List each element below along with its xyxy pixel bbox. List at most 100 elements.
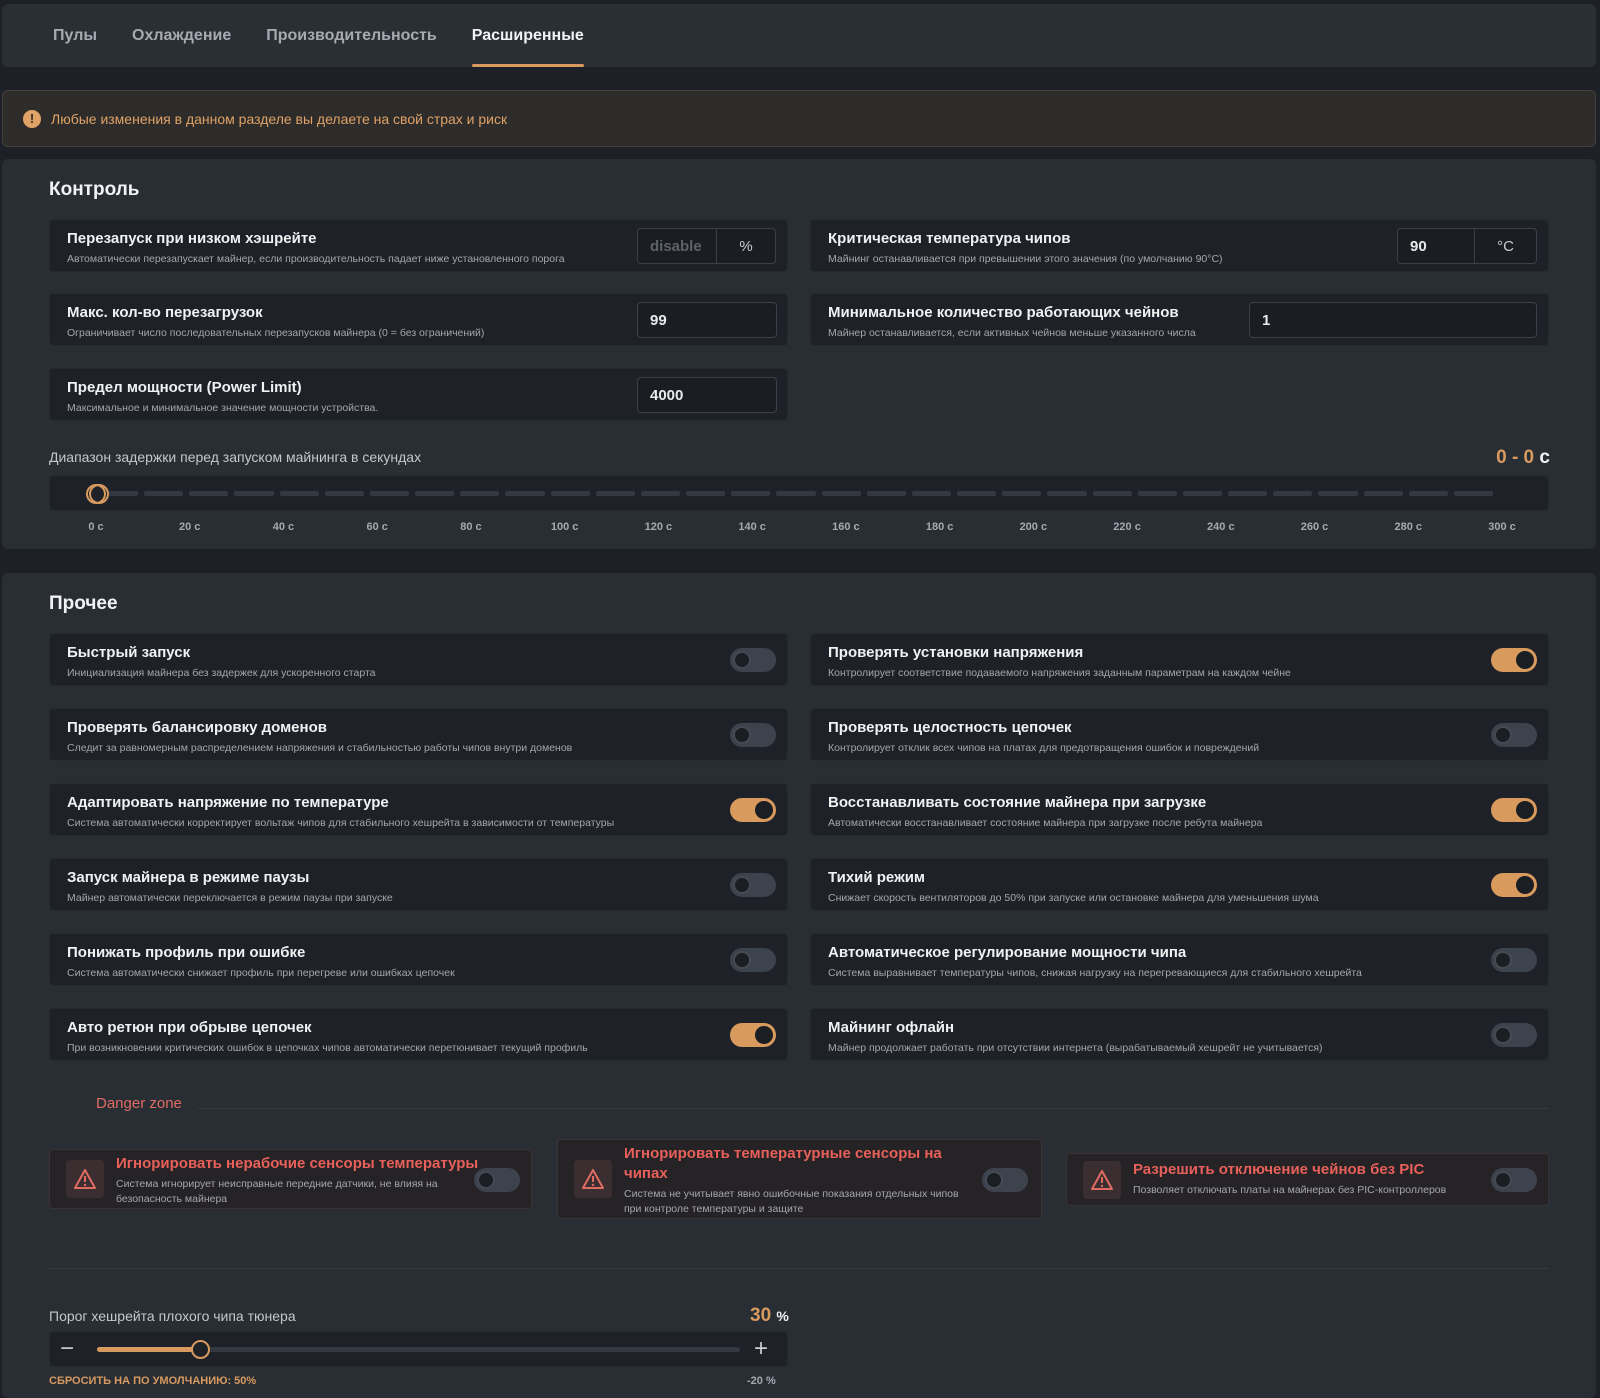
tab-performance[interactable]: Производительность [266,4,437,67]
slider-segment [1002,491,1042,496]
danger-title-line: чипах [624,1165,668,1182]
toggle-switch[interactable] [730,948,776,972]
min-chains-input[interactable]: 1 [1249,302,1537,338]
bad-chip-min-label: -20 % [747,1375,776,1387]
slider-segment [866,491,906,496]
danger-desc: Позволяет отключать платы на майнерах бе… [1133,1183,1446,1198]
minus-icon[interactable]: − [60,1337,74,1361]
tab-pools[interactable]: Пулы [53,4,97,67]
toggle-switch[interactable] [1491,723,1537,747]
power-limit-input[interactable]: 4000 [637,377,777,413]
toggle-desc: Контролирует соответствие подаваемого на… [828,667,1291,679]
toggle-knob [1516,801,1534,819]
toggle-knob [1494,1171,1512,1189]
ignore-chip-sensors-toggle[interactable] [982,1168,1028,1192]
toggle-desc: Автоматически восстанавливает состояние … [828,817,1263,829]
toggle-card: Запуск майнера в режиме паузы Майнер авто… [49,858,788,911]
toggle-switch[interactable] [730,648,776,672]
toggle-switch[interactable] [1491,1023,1537,1047]
toggle-desc: Майнер продолжает работать при отсутстви… [828,1042,1323,1054]
toggle-desc: Система автоматически корректирует вольт… [67,817,615,829]
toggle-title: Авто ретюн при обрыве цепочек [67,1019,312,1036]
toggle-title: Запуск майнера в режиме паузы [67,869,310,886]
danger-desc: Система не учитывает явно ошибочные пока… [624,1187,959,1217]
slider-segment [369,491,410,496]
max-reboots-input[interactable]: 99 [637,302,777,338]
slider-segment [595,491,635,496]
tick-label: 140 с [738,521,766,533]
danger-desc: Система игнорирует неисправные передние … [116,1177,438,1207]
delay-range-unit: с [1539,447,1550,468]
reset-default-link[interactable]: СБРОСИТЬ НА ПО УМОЛЧАНИЮ: 50% [49,1375,256,1387]
toggle-knob [1494,951,1512,969]
tick-label: 180 с [925,521,954,533]
danger-desc-line: Система игнорирует неисправные передние … [116,1178,438,1190]
slider-segment [279,491,319,496]
tab-cooling[interactable]: Охлаждение [132,4,231,67]
bad-chip-slider[interactable] [97,1340,740,1359]
ignore-faulty-sensors-toggle[interactable] [474,1168,520,1192]
slider-segment [1047,491,1087,496]
toggle-title: Понижать профиль при ошибке [67,944,306,961]
bad-chip-value: 30 % [750,1305,789,1327]
slider-segment [1092,491,1132,496]
delay-range-slider[interactable] [49,475,1549,511]
slider-segment [1363,491,1403,496]
allow-chain-disable-toggle[interactable] [1491,1168,1537,1192]
toggle-knob [755,1026,773,1044]
warning-triangle-icon [1083,1161,1121,1199]
bad-chip-slider-box: − + [49,1331,788,1367]
toggle-switch[interactable] [1491,873,1537,897]
toggle-card: Автоматическое регулирование мощности чи… [810,933,1549,986]
restart-low-hash-card: Перезапуск при низком хэшрейте Автоматич… [49,219,788,272]
toggle-switch[interactable] [1491,948,1537,972]
toggle-knob [1516,651,1534,669]
min-chains-card: Минимальное количество работающих чейнов… [810,293,1549,346]
toggle-knob [733,876,751,894]
tick-label: 260 с [1300,521,1329,533]
card-desc: Максимальное и минимальное значение мощн… [67,402,379,414]
toggle-switch[interactable] [730,1023,776,1047]
toggle-desc: Инициализация майнера без задержек для у… [67,667,376,679]
alert-circle-icon: ! [23,109,41,128]
toggle-card: Понижать профиль при ошибке Система автом… [49,933,788,986]
toggle-knob [733,726,751,744]
slider-segment [189,491,229,496]
card-desc: Майнер останавливается, если активных че… [828,327,1196,339]
tick-label: 120 с [644,521,673,533]
toggle-title: Проверять установки напряжения [828,644,1084,661]
slider-segment [1408,491,1448,496]
toggle-title: Тихий режим [828,869,926,886]
toggle-desc: При возникновении критических ошибок в ц… [67,1042,588,1054]
toggle-switch[interactable] [730,798,776,822]
slider-handle[interactable] [190,1340,210,1359]
toggle-switch[interactable] [730,723,776,747]
delay-range-value-text: 0 - 0 [1496,447,1535,468]
toggle-desc: Система автоматически снижает профиль пр… [67,967,455,979]
card-title: Критическая температура чипов [828,230,1071,247]
max-reboots-card: Макс. кол-во перезагрузок Ограничивает ч… [49,293,788,346]
restart-threshold-input[interactable]: disable [637,228,717,264]
critical-temp-input[interactable]: 90 [1397,228,1475,264]
warning-triangle-icon [66,1160,104,1198]
control-panel: Контроль Перезапуск при низком хэшрейте … [2,159,1596,549]
danger-title: Игнорировать нерабочие сенсоры температу… [116,1154,478,1174]
slider-segment [1453,491,1493,496]
toggle-knob [733,951,751,969]
slider-handle[interactable] [86,484,109,504]
danger-title-line: Разрешить отключение чейнов без PIC [1133,1161,1425,1178]
danger-title-line: Игнорировать температурные сенсоры на [624,1145,942,1162]
plus-icon[interactable]: + [754,1337,768,1361]
toggle-card: Восстанавливать состояние майнера при за… [810,783,1549,836]
danger-desc-line: при контроле температуры и защите [624,1203,804,1215]
slider-segment [776,491,816,496]
toggle-switch[interactable] [730,873,776,897]
toggle-knob [755,801,773,819]
power-limit-card: Предел мощности (Power Limit) Максимальн… [49,368,788,421]
toggle-switch[interactable] [1491,798,1537,822]
critical-temp-card: Критическая температура чипов Майнинг ос… [810,219,1549,272]
danger-title: Игнорировать температурные сенсоры на чи… [624,1144,942,1184]
toggle-switch[interactable] [1491,648,1537,672]
tab-advanced[interactable]: Расширенные [471,4,584,67]
card-title: Предел мощности (Power Limit) [67,379,302,396]
